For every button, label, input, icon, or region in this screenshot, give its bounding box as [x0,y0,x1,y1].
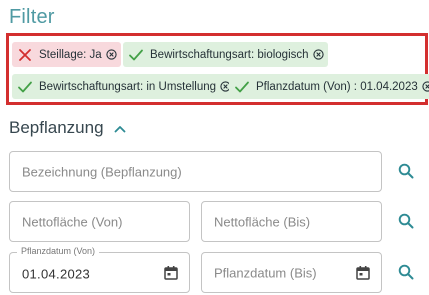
filter-chip-label: Bewirtschaftungsart: in Umstellung [39,80,217,93]
check-icon [129,49,143,60]
search-icon[interactable] [397,162,415,180]
check-icon [18,81,32,92]
filter-chip-label: Steillage: Ja [39,48,102,61]
nettoflaeche-bis-input[interactable]: Nettofläche (Bis) [201,201,382,242]
filter-panel: Filter Steillage: Ja Bewirtschaftungsart… [0,0,429,295]
cancel-circle-icon[interactable] [106,49,117,60]
filter-chip-pflanzdatum-von[interactable]: Pflanzdatum (Von) : 01.04.2023 [229,74,429,99]
pflanzdatum-von-input[interactable]: Pflanzdatum (Von) 01.04.2023 [9,246,190,293]
calendar-icon[interactable] [355,265,371,281]
active-filters: Steillage: Ja Bewirtschaftungsart: biolo… [6,33,429,105]
pflanzdatum-bis-placeholder: Pflanzdatum (Bis) [214,265,317,280]
nettoflaeche-von-input[interactable]: Nettofläche (Von) [9,201,190,242]
pflanzdatum-von-label: Pflanzdatum (Von) [17,246,100,256]
bezeichnung-placeholder: Bezeichnung (Bepflanzung) [22,164,182,179]
calendar-icon[interactable] [163,265,179,281]
page-title: Filter [9,6,55,28]
filter-chip-label: Bewirtschaftungsart: biologisch [150,48,309,61]
cancel-circle-icon[interactable] [312,49,324,60]
search-icon[interactable] [397,263,415,281]
filter-chip-steillage[interactable]: Steillage: Ja [12,42,121,67]
pflanzdatum-bis-input[interactable]: Pflanzdatum (Bis) [201,252,382,293]
filter-chip-label: Pflanzdatum (Von) : 01.04.2023 [256,80,418,93]
nettoflaeche-bis-placeholder: Nettofläche (Bis) [214,214,311,229]
pflanzdatum-von-value: 01.04.2023 [22,265,91,281]
nettoflaeche-von-placeholder: Nettofläche (Von) [22,214,123,229]
check-icon [235,81,249,92]
bezeichnung-input[interactable]: Bezeichnung (Bepflanzung) [9,151,382,192]
filter-chip-bewirtschaftung-bio[interactable]: Bewirtschaftungsart: biologisch [123,42,328,67]
close-icon [19,48,31,61]
filter-chip-bewirtschaftung-umstellung[interactable]: Bewirtschaftungsart: in Umstellung [12,74,236,99]
search-icon[interactable] [397,212,415,230]
section-title-bepflanzung: Bepflanzung [9,118,104,137]
cancel-circle-icon[interactable] [422,81,429,92]
chevron-up-icon[interactable] [112,121,128,137]
